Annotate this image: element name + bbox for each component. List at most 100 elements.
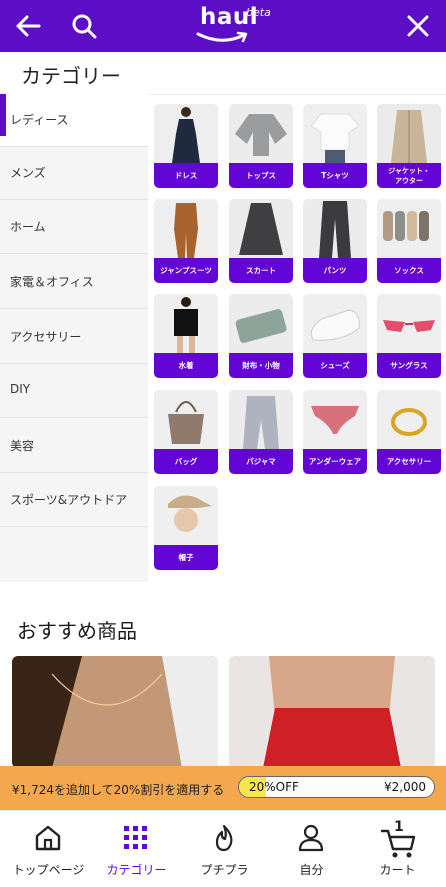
category-label: パンツ <box>303 258 367 283</box>
category-sidebar: レディース メンズ ホーム 家電＆オフィス アクセサリー DIY 美容 スポーツ… <box>0 94 148 582</box>
category-tile-skirt[interactable]: スカート <box>229 199 293 283</box>
recommended-title: おすすめ商品 <box>17 619 137 643</box>
tshirt-image <box>303 104 367 163</box>
sidebar-item-electronics-office[interactable]: 家電＆オフィス <box>0 256 148 309</box>
app-header: haul beta <box>0 0 446 52</box>
category-label: アクセサリー <box>377 449 441 474</box>
category-tile-accessory[interactable]: アクセサリー <box>377 390 441 474</box>
bottom-navigation: トップページ カテゴリー プチプラ 自分 1 カート <box>0 810 446 887</box>
page-title-row: カテゴリー <box>0 52 446 95</box>
category-label: 財布・小物 <box>229 353 293 378</box>
category-label: 水着 <box>154 353 218 378</box>
nav-account[interactable]: 自分 <box>267 811 356 887</box>
sidebar-item-label: 家電＆オフィス <box>10 275 94 289</box>
nav-label: トップページ <box>12 863 85 877</box>
category-label: バッグ <box>154 449 218 474</box>
category-tile-underwear[interactable]: アンダーウェア <box>303 390 367 474</box>
discount-progress: 20%OFF ¥2,000 <box>238 776 435 798</box>
category-label: Tシャツ <box>303 163 367 188</box>
sidebar-item-label: DIY <box>10 382 31 396</box>
sidebar-item-accessories[interactable]: アクセサリー <box>0 311 148 364</box>
discount-percent-label: 20%OFF <box>249 780 299 794</box>
flame-icon <box>215 824 233 852</box>
nav-label: カート <box>379 863 416 877</box>
underwear-image <box>303 390 367 449</box>
cart-icon <box>380 829 416 858</box>
sunglasses-image <box>377 294 441 353</box>
sidebar-item-label: スポーツ&アウトドア <box>10 493 128 507</box>
sidebar-item-label: ホーム <box>10 220 46 234</box>
nav-category[interactable]: カテゴリー <box>92 811 181 887</box>
ring-image <box>377 390 441 449</box>
discount-target-amount: ¥2,000 <box>384 780 426 794</box>
sidebar-item-label: レディース <box>10 113 69 127</box>
category-tile-hat[interactable]: 帽子 <box>154 486 218 570</box>
nav-home[interactable]: トップページ <box>4 811 93 887</box>
socks-image <box>377 199 441 258</box>
category-label: スカート <box>229 258 293 283</box>
nav-label: プチプラ <box>200 863 249 877</box>
back-arrow-icon[interactable] <box>13 12 43 40</box>
nav-cart[interactable]: 1 カート <box>353 811 442 887</box>
category-tile-swimsuit[interactable]: 水着 <box>154 294 218 378</box>
product-necklace-image <box>12 656 218 768</box>
product-card[interactable] <box>229 656 435 768</box>
category-tile-pants[interactable]: パンツ <box>303 199 367 283</box>
product-card[interactable] <box>12 656 218 768</box>
nav-label: 自分 <box>299 863 324 877</box>
nav-petit-price[interactable]: プチプラ <box>180 811 269 887</box>
category-tile-pajama[interactable]: パジャマ <box>229 390 293 474</box>
category-tile-tshirt[interactable]: Tシャツ <box>303 104 367 188</box>
jacket-image <box>377 104 441 163</box>
sidebar-item-ladies[interactable]: レディース <box>0 94 148 147</box>
discount-promo-bar[interactable]: ¥1,724を追加して20%割引を適用する 20%OFF ¥2,000 <box>0 766 446 810</box>
sidebar-item-label: アクセサリー <box>10 330 82 344</box>
category-label: ジャケット・ アウター <box>377 163 441 188</box>
promo-message: ¥1,724を追加して20%割引を適用する <box>12 783 225 797</box>
category-label: ドレス <box>154 163 218 188</box>
haul-logo: haul beta <box>194 4 278 48</box>
category-label: シューズ <box>303 353 367 378</box>
smile-arrow-icon <box>196 31 248 43</box>
category-label: パジャマ <box>229 449 293 474</box>
category-tile-dress[interactable]: ドレス <box>154 104 218 188</box>
user-icon <box>298 824 324 852</box>
page-title: カテゴリー <box>21 64 121 88</box>
sidebar-item-diy[interactable]: DIY <box>0 365 148 418</box>
category-tile-socks[interactable]: ソックス <box>377 199 441 283</box>
category-tile-sunglasses[interactable]: サングラス <box>377 294 441 378</box>
sidebar-item-label: メンズ <box>10 166 46 180</box>
category-label: アンダーウェア <box>303 449 367 474</box>
category-label: ソックス <box>377 258 441 283</box>
search-icon[interactable] <box>70 12 98 40</box>
pants-image <box>303 199 367 258</box>
swimsuit-image <box>154 294 218 353</box>
category-tile-tops[interactable]: トップス <box>229 104 293 188</box>
hat-image <box>154 486 218 545</box>
close-icon[interactable] <box>404 12 432 40</box>
logo-beta-badge: beta <box>246 6 271 19</box>
home-icon <box>35 825 61 851</box>
product-shorts-image <box>229 656 435 768</box>
sidebar-item-sports-outdoor[interactable]: スポーツ&アウトドア <box>0 474 148 527</box>
pajama-image <box>229 390 293 449</box>
category-tile-jumpsuit[interactable]: ジャンプスーツ <box>154 199 218 283</box>
category-label: トップス <box>229 163 293 188</box>
category-tile-jacket[interactable]: ジャケット・ アウター <box>377 104 441 188</box>
dress-image <box>154 104 218 163</box>
sidebar-item-mens[interactable]: メンズ <box>0 147 148 200</box>
category-tile-shoes[interactable]: シューズ <box>303 294 367 378</box>
category-label: 帽子 <box>154 545 218 570</box>
shoes-image <box>303 294 367 353</box>
category-label: ジャンプスーツ <box>154 258 218 283</box>
wallet-image <box>229 294 293 353</box>
top-image <box>229 104 293 163</box>
sidebar-item-beauty[interactable]: 美容 <box>0 420 148 473</box>
skirt-image <box>229 199 293 258</box>
category-tile-wallet[interactable]: 財布・小物 <box>229 294 293 378</box>
category-tile-bag[interactable]: バッグ <box>154 390 218 474</box>
grid-icon <box>124 826 147 849</box>
sidebar-item-label: 美容 <box>10 439 35 453</box>
sidebar-item-home[interactable]: ホーム <box>0 201 148 254</box>
nav-label: カテゴリー <box>106 863 167 877</box>
